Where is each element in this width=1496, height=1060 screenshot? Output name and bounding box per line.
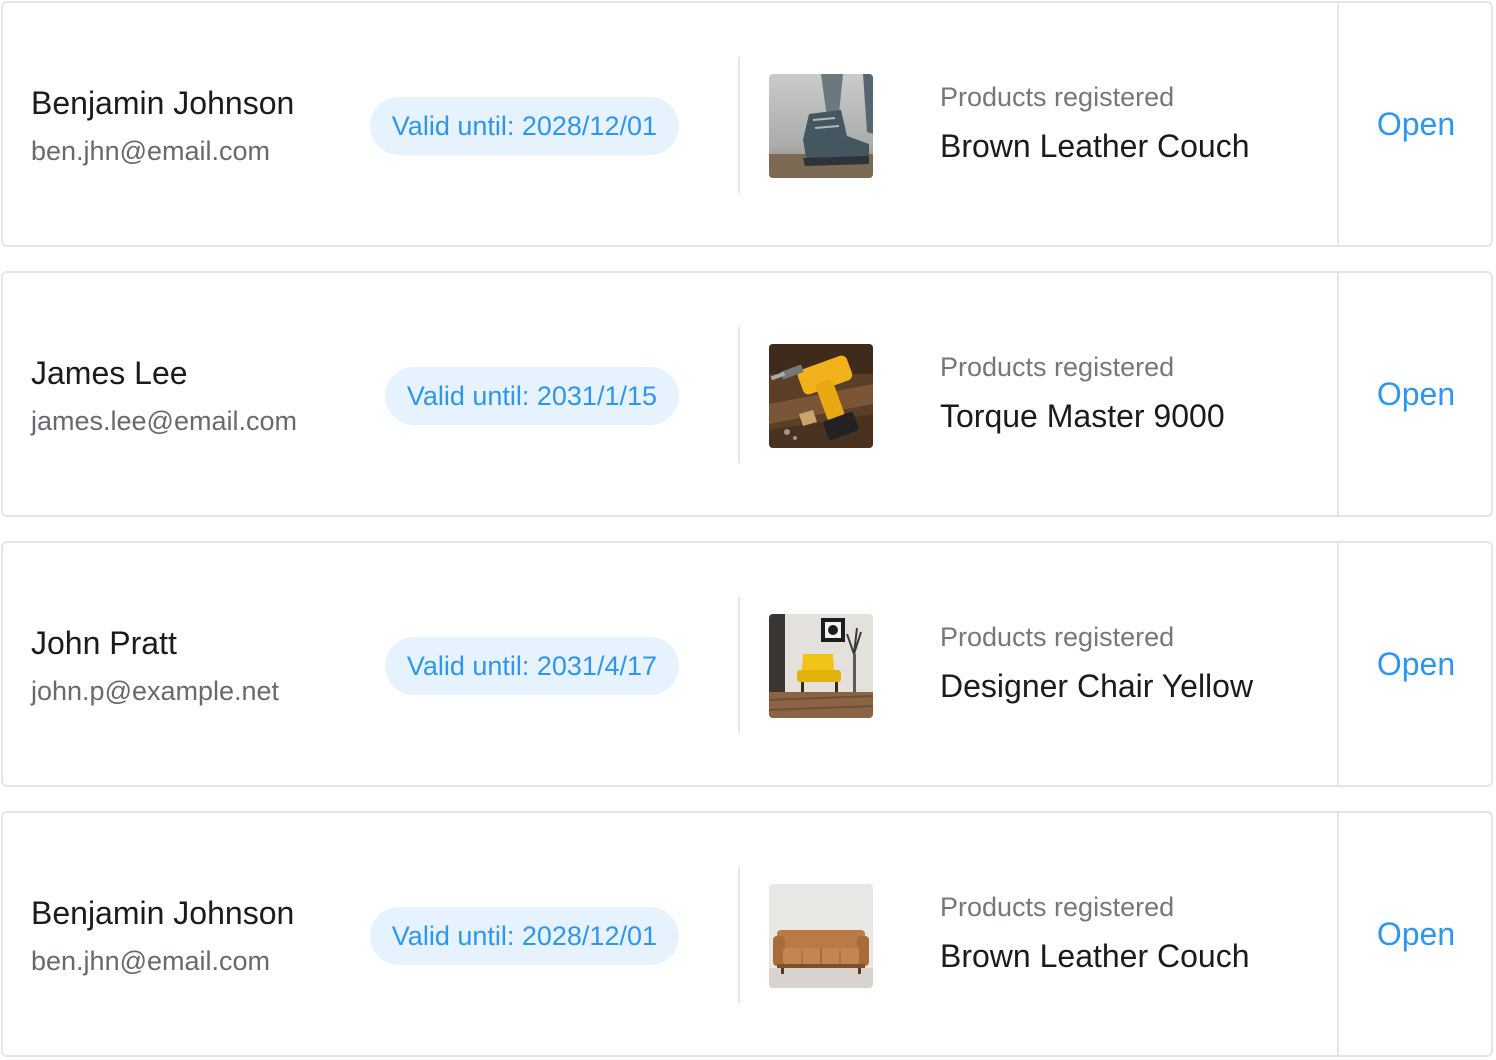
- action-column: Open: [1337, 3, 1493, 245]
- products-registered-label: Products registered: [940, 892, 1175, 922]
- column-divider: [738, 597, 740, 733]
- validity-badge: Valid until: 2031/1/15: [384, 367, 679, 425]
- customer-name: John Pratt: [31, 625, 177, 661]
- leather-couch-photo: [769, 884, 873, 988]
- action-column: Open: [1337, 813, 1493, 1055]
- open-button[interactable]: Open: [1377, 376, 1455, 413]
- customer-name: Benjamin Johnson: [31, 895, 295, 931]
- column-divider: [738, 327, 740, 463]
- customer-email: james.lee@email.com: [31, 406, 297, 436]
- customer-name: Benjamin Johnson: [31, 85, 295, 121]
- products-registered-label: Products registered: [940, 352, 1175, 382]
- customer-email: ben.jhn@email.com: [31, 946, 271, 976]
- product-name: Torque Master 9000: [940, 398, 1225, 434]
- product-name: Brown Leather Couch: [940, 938, 1250, 974]
- open-button[interactable]: Open: [1377, 106, 1455, 143]
- registration-card: John Pratt john.p@example.net Valid unti…: [1, 541, 1493, 787]
- action-column: Open: [1337, 543, 1493, 785]
- registration-card: Benjamin Johnson ben.jhn@email.com Valid…: [1, 1, 1493, 247]
- products-registered-label: Products registered: [940, 82, 1175, 112]
- column-divider: [738, 867, 740, 1003]
- open-button[interactable]: Open: [1377, 916, 1455, 953]
- customer-name: James Lee: [31, 355, 188, 391]
- validity-badge: Valid until: 2028/12/01: [369, 907, 679, 965]
- registration-card: James Lee james.lee@email.com Valid unti…: [1, 271, 1493, 517]
- customer-email: john.p@example.net: [31, 676, 280, 706]
- registration-card: Benjamin Johnson ben.jhn@email.com Valid…: [1, 811, 1493, 1057]
- open-button[interactable]: Open: [1377, 646, 1455, 683]
- action-column: Open: [1337, 273, 1493, 515]
- hiking-boot-photo: [769, 74, 873, 178]
- product-name: Brown Leather Couch: [940, 128, 1250, 164]
- column-divider: [738, 57, 740, 193]
- power-drill-photo: [769, 344, 873, 448]
- products-registered-label: Products registered: [940, 622, 1175, 652]
- validity-badge: Valid until: 2031/4/17: [384, 637, 679, 695]
- product-name: Designer Chair Yellow: [940, 668, 1254, 704]
- yellow-armchair-photo: [769, 614, 873, 718]
- validity-badge: Valid until: 2028/12/01: [369, 97, 679, 155]
- customer-email: ben.jhn@email.com: [31, 136, 271, 166]
